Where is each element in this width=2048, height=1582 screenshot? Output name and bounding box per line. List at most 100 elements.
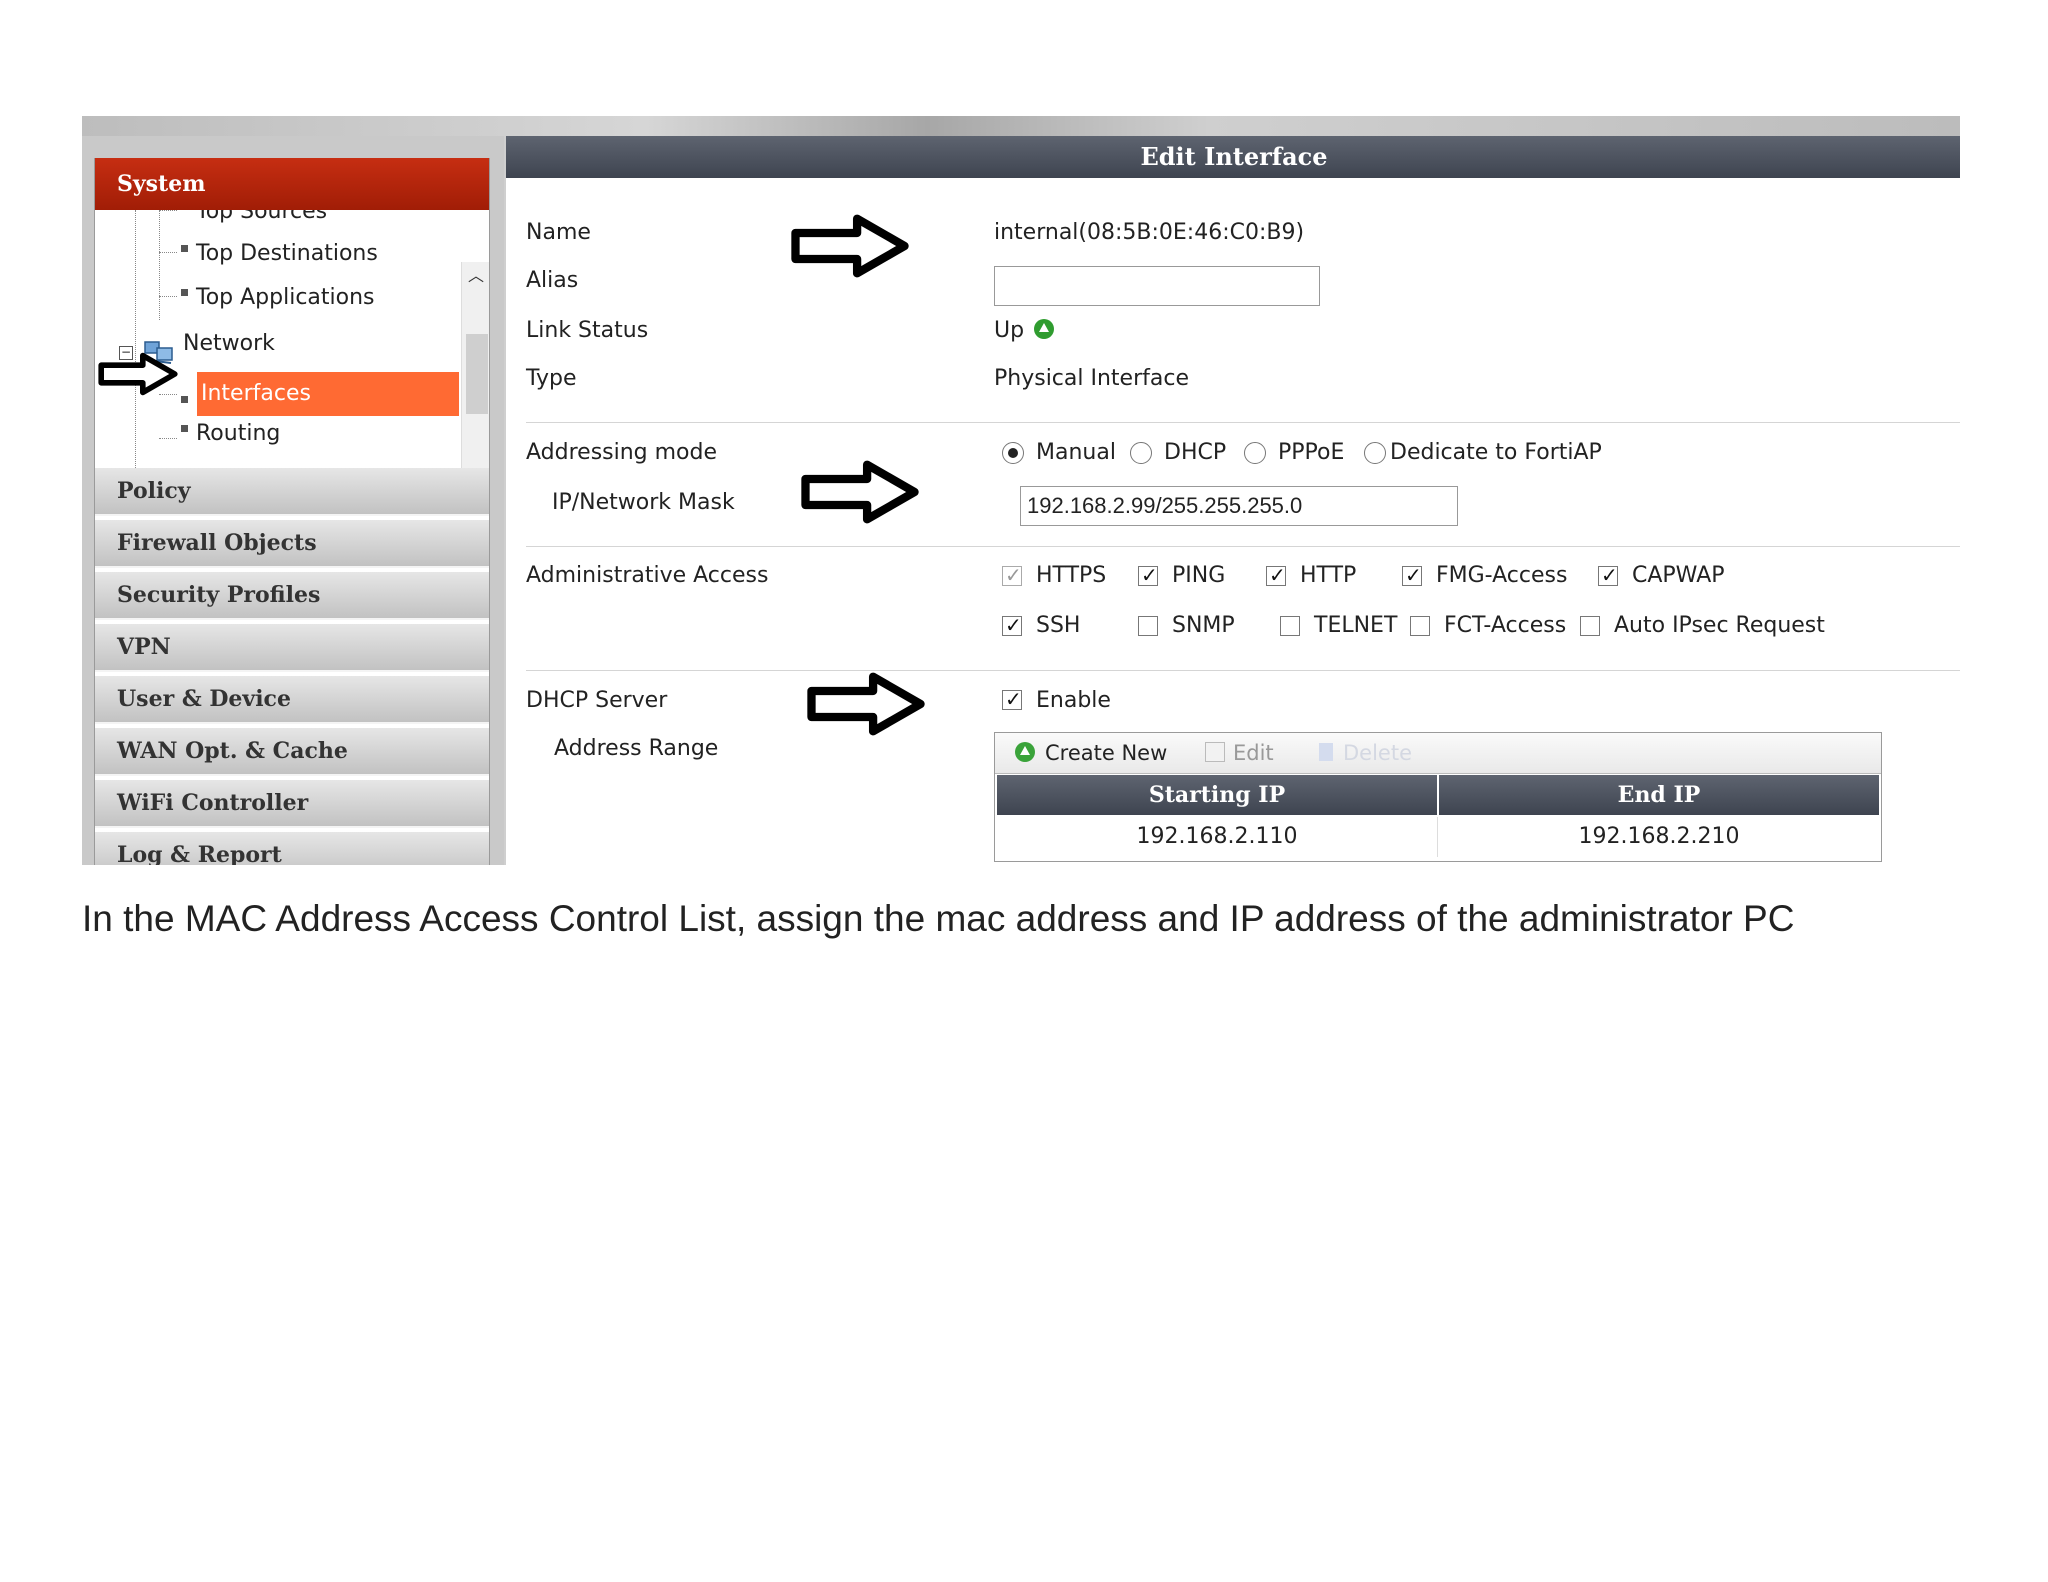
address-range-table: Create New Edit Delete Starting IP End I… <box>994 732 1882 862</box>
checkbox-auto-ipsec[interactable] <box>1580 616 1600 636</box>
edit-label: Edit <box>1233 741 1274 765</box>
plus-icon <box>1015 742 1035 762</box>
tree-connector <box>159 210 177 211</box>
tree-connector <box>135 210 136 468</box>
checkbox-auto-ipsec-label: Auto IPsec Request <box>1614 613 1825 638</box>
screenshot-frame: System Top Sources Top Destinations Top … <box>82 116 1960 865</box>
addressing-mode-label: Addressing mode <box>526 440 718 465</box>
divider <box>526 546 1960 547</box>
checkbox-snmp-label: SNMP <box>1172 613 1235 638</box>
tree-item-label: Top Applications <box>196 285 375 310</box>
checkbox-ssh[interactable] <box>1002 613 1022 637</box>
checkbox-telnet[interactable] <box>1280 616 1300 636</box>
ip-mask-label: IP/Network Mask <box>552 490 735 515</box>
column-header-starting-ip[interactable]: Starting IP <box>997 775 1437 815</box>
checkbox-snmp[interactable] <box>1138 616 1158 636</box>
tree-connector <box>159 438 177 439</box>
dhcp-server-label: DHCP Server <box>526 688 668 713</box>
divider <box>526 422 1960 423</box>
checkbox-https[interactable] <box>1002 563 1022 587</box>
checkbox-fct-access-label: FCT-Access <box>1444 613 1567 638</box>
sidebar-inner: System Top Sources Top Destinations Top … <box>94 158 490 865</box>
scroll-up-icon[interactable]: ︿ <box>468 268 484 284</box>
radio-dhcp-label: DHCP <box>1164 440 1227 465</box>
tree-scrollbar[interactable]: ︿ ﹀ <box>461 262 489 468</box>
window-top-strip <box>82 116 1960 136</box>
link-up-icon <box>1034 319 1055 339</box>
link-status-text: Up <box>994 318 1025 343</box>
tree-item-top-sources[interactable]: Top Sources <box>181 210 327 232</box>
tree-connector <box>159 252 177 253</box>
tree-item-label: Top Sources <box>196 210 328 224</box>
radio-dhcp[interactable] <box>1130 442 1152 464</box>
menu-user-device[interactable]: User & Device <box>95 676 489 724</box>
checkbox-http[interactable] <box>1266 563 1286 587</box>
checkbox-ping-label: PING <box>1172 563 1226 588</box>
annotation-arrow-icon <box>98 352 178 396</box>
annotation-arrow-icon <box>801 460 919 524</box>
name-label: Name <box>526 220 591 245</box>
delete-label: Delete <box>1343 741 1412 765</box>
panel-title: Edit Interface <box>506 136 1960 178</box>
instruction-caption: In the MAC Address Access Control List, … <box>82 898 1795 939</box>
create-new-label: Create New <box>1045 741 1168 765</box>
delete-button[interactable]: Delete <box>1319 733 1412 773</box>
menu-log-report[interactable]: Log & Report <box>95 832 489 865</box>
link-status-label: Link Status <box>526 318 649 343</box>
checkbox-ping[interactable] <box>1138 563 1158 587</box>
tree-item-top-destinations[interactable]: Top Destinations <box>181 234 378 274</box>
annotation-arrow-icon <box>807 672 925 736</box>
checkbox-fct-access[interactable] <box>1410 616 1430 636</box>
tree-connector <box>159 296 177 297</box>
tree-item-routing[interactable]: Routing <box>181 414 280 454</box>
tree-connector <box>159 210 160 320</box>
dhcp-enable-label: Enable <box>1036 688 1111 713</box>
create-new-button[interactable]: Create New <box>1015 733 1167 773</box>
menu-wan-opt-cache[interactable]: WAN Opt. & Cache <box>95 728 489 776</box>
trash-icon <box>1319 743 1333 761</box>
checkbox-fmg-access[interactable] <box>1402 563 1422 587</box>
menu-security-profiles[interactable]: Security Profiles <box>95 572 489 620</box>
checkbox-http-label: HTTP <box>1300 563 1357 588</box>
bullet-icon <box>181 288 188 296</box>
menu-policy[interactable]: Policy <box>95 468 489 516</box>
tree-item-top-applications[interactable]: Top Applications <box>181 278 375 318</box>
scroll-thumb[interactable] <box>466 334 488 414</box>
radio-fortiap-label: Dedicate to FortiAP <box>1390 440 1602 465</box>
ip-mask-input[interactable] <box>1020 486 1458 526</box>
checkbox-fmg-access-label: FMG-Access <box>1436 563 1568 588</box>
checkbox-dhcp-enable[interactable] <box>1002 687 1022 711</box>
table-cell-end-ip[interactable]: 192.168.2.210 <box>1439 817 1879 857</box>
radio-fortiap[interactable] <box>1364 442 1386 464</box>
tree-item-interfaces[interactable]: Interfaces <box>201 374 311 414</box>
type-value: Physical Interface <box>994 366 1189 391</box>
name-value: internal(08:5B:0E:46:C0:B9) <box>994 220 1305 245</box>
table-cell-starting-ip[interactable]: 192.168.2.110 <box>997 817 1438 857</box>
checkbox-https-label: HTTPS <box>1036 563 1107 588</box>
radio-manual[interactable] <box>1002 442 1024 464</box>
menu-firewall-objects[interactable]: Firewall Objects <box>95 520 489 568</box>
radio-pppoe-label: PPPoE <box>1278 440 1345 465</box>
menu-wifi-controller[interactable]: WiFi Controller <box>95 780 489 828</box>
checkbox-capwap[interactable] <box>1598 563 1618 587</box>
checkbox-telnet-label: TELNET <box>1314 613 1398 638</box>
link-status-value: Up <box>994 318 1055 343</box>
bullet-icon <box>181 244 188 252</box>
bullet-icon <box>181 424 188 432</box>
sidebar: System Top Sources Top Destinations Top … <box>82 136 504 865</box>
pencil-icon <box>1205 742 1225 762</box>
sidebar-system-header[interactable]: System <box>95 158 489 210</box>
tree-item-network[interactable]: Network <box>183 324 275 364</box>
alias-label: Alias <box>526 268 579 293</box>
tree-item-label: Routing <box>196 421 281 446</box>
alias-input[interactable] <box>994 266 1320 306</box>
edit-button[interactable]: Edit <box>1205 733 1274 773</box>
divider <box>526 670 1960 671</box>
column-header-end-ip[interactable]: End IP <box>1439 775 1879 815</box>
annotation-arrow-icon <box>791 214 909 278</box>
radio-pppoe[interactable] <box>1244 442 1266 464</box>
system-tree: Top Sources Top Destinations Top Applica… <box>95 210 489 468</box>
edit-interface-panel: Edit Interface Name internal(08:5B:0E:46… <box>504 136 1960 865</box>
checkbox-ssh-label: SSH <box>1036 613 1081 638</box>
menu-vpn[interactable]: VPN <box>95 624 489 672</box>
